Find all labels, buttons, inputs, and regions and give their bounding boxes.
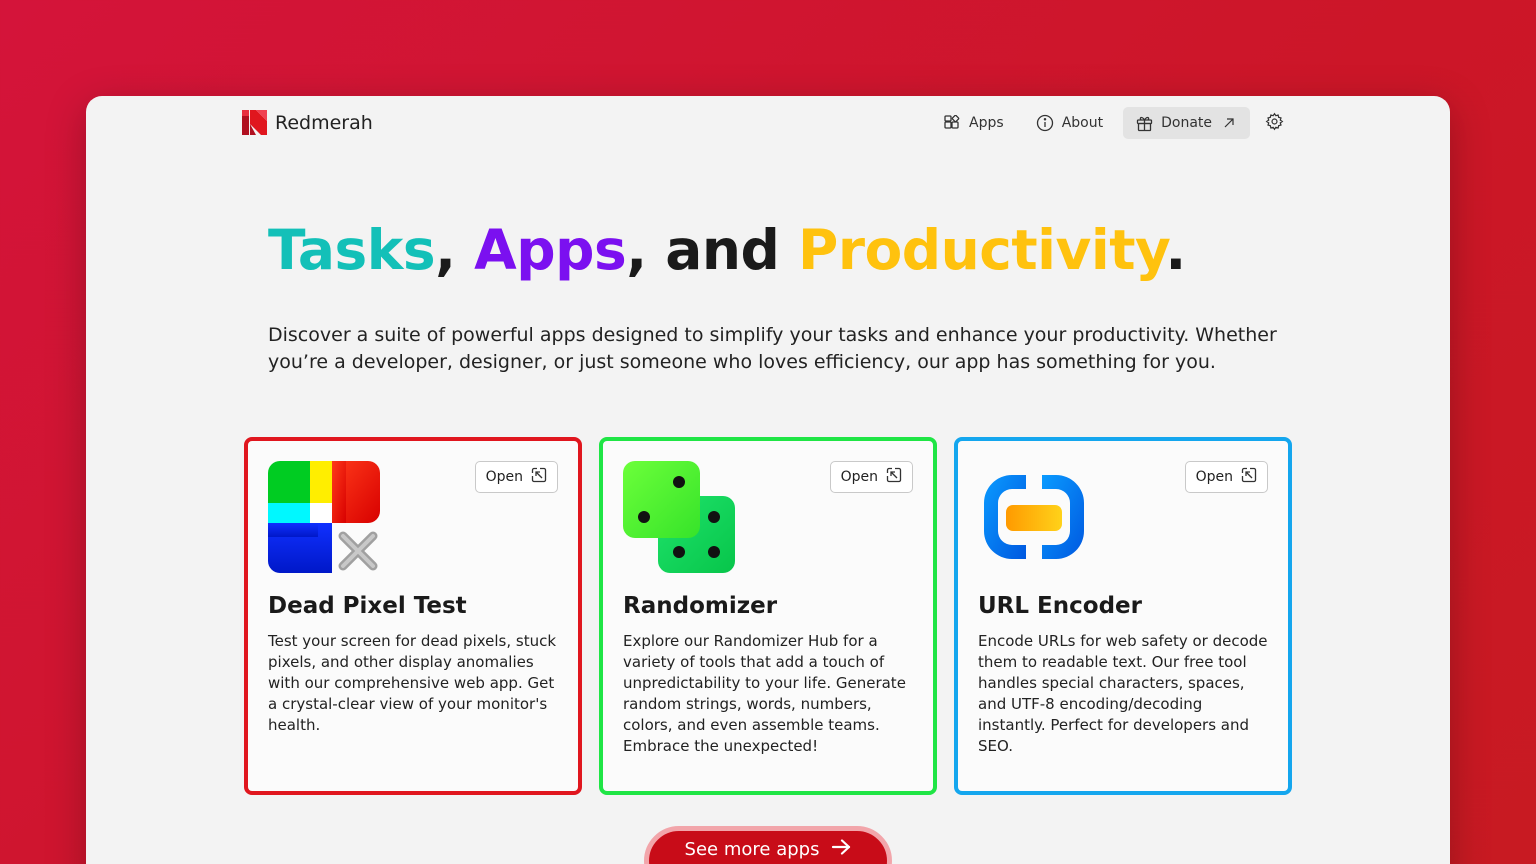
- gear-icon: [1265, 112, 1284, 135]
- app-card-dead-pixel-test[interactable]: Open Dead Pixel Test Test your screen fo…: [244, 437, 582, 795]
- brand-name: Redmerah: [275, 111, 373, 134]
- nav-apps[interactable]: Apps: [931, 107, 1016, 139]
- app-card-randomizer[interactable]: Open Randomizer Explore our Randomizer H…: [599, 437, 937, 795]
- hero-separator-3: .: [1165, 218, 1186, 282]
- hero-separator-1: ,: [435, 218, 475, 282]
- gift-icon: [1135, 114, 1153, 132]
- open-button-label: Open: [840, 469, 878, 485]
- nav-apps-label: Apps: [969, 115, 1004, 131]
- hero-word-tasks: Tasks: [268, 218, 436, 282]
- card-description: Test your screen for dead pixels, stuck …: [268, 632, 557, 734]
- redmerah-logo-icon: [242, 110, 267, 135]
- apps-icon: [943, 114, 961, 132]
- hero-word-apps: Apps: [474, 218, 627, 282]
- hero-separator-2: , and: [626, 218, 799, 282]
- see-more-apps-button[interactable]: See more apps: [644, 826, 892, 864]
- settings-button[interactable]: [1258, 107, 1290, 139]
- nav-donate-label: Donate: [1161, 115, 1212, 131]
- brand[interactable]: Redmerah: [242, 110, 373, 135]
- nav-about-label: About: [1061, 115, 1104, 131]
- card-description: Explore our Randomizer Hub for a variety…: [623, 632, 906, 755]
- see-more-label: See more apps: [684, 838, 820, 860]
- dead-pixel-test-icon: [268, 461, 380, 573]
- external-link-icon: [1220, 114, 1238, 132]
- nav-donate[interactable]: Donate: [1123, 107, 1250, 139]
- open-button-url-encoder[interactable]: Open: [1184, 461, 1268, 493]
- arrow-right-icon: [831, 838, 851, 860]
- hero-description: Discover a suite of powerful apps design…: [268, 324, 1277, 373]
- app-cards: Open Dead Pixel Test Test your screen fo…: [244, 437, 1292, 795]
- nav-about[interactable]: About: [1024, 107, 1115, 139]
- app-card-url-encoder[interactable]: Open URL Encoder Encode URLs for web saf…: [954, 437, 1292, 795]
- card-title: Dead Pixel Test: [268, 593, 467, 619]
- open-external-icon: [886, 467, 902, 487]
- link-icon: [978, 461, 1090, 573]
- open-button-label: Open: [1195, 469, 1233, 485]
- open-button-randomizer[interactable]: Open: [829, 461, 913, 493]
- card-title: URL Encoder: [978, 593, 1142, 619]
- open-button-dead-pixel-test[interactable]: Open: [474, 461, 558, 493]
- card-title: Randomizer: [623, 593, 778, 619]
- open-external-icon: [531, 467, 547, 487]
- top-navigation-bar: Redmerah Apps About Donate: [86, 96, 1450, 152]
- hero-title: Tasks, Apps, and Productivity.: [268, 218, 1186, 282]
- hero-word-productivity: Productivity: [798, 218, 1166, 282]
- open-button-label: Open: [485, 469, 523, 485]
- dice-icon: [623, 461, 735, 573]
- card-description: Encode URLs for web safety or decode the…: [978, 632, 1268, 755]
- open-external-icon: [1241, 467, 1257, 487]
- app-window: Redmerah Apps About Donate Tasks, Apps, …: [86, 96, 1450, 864]
- info-icon: [1036, 114, 1054, 132]
- main-nav: Apps About Donate: [931, 107, 1290, 139]
